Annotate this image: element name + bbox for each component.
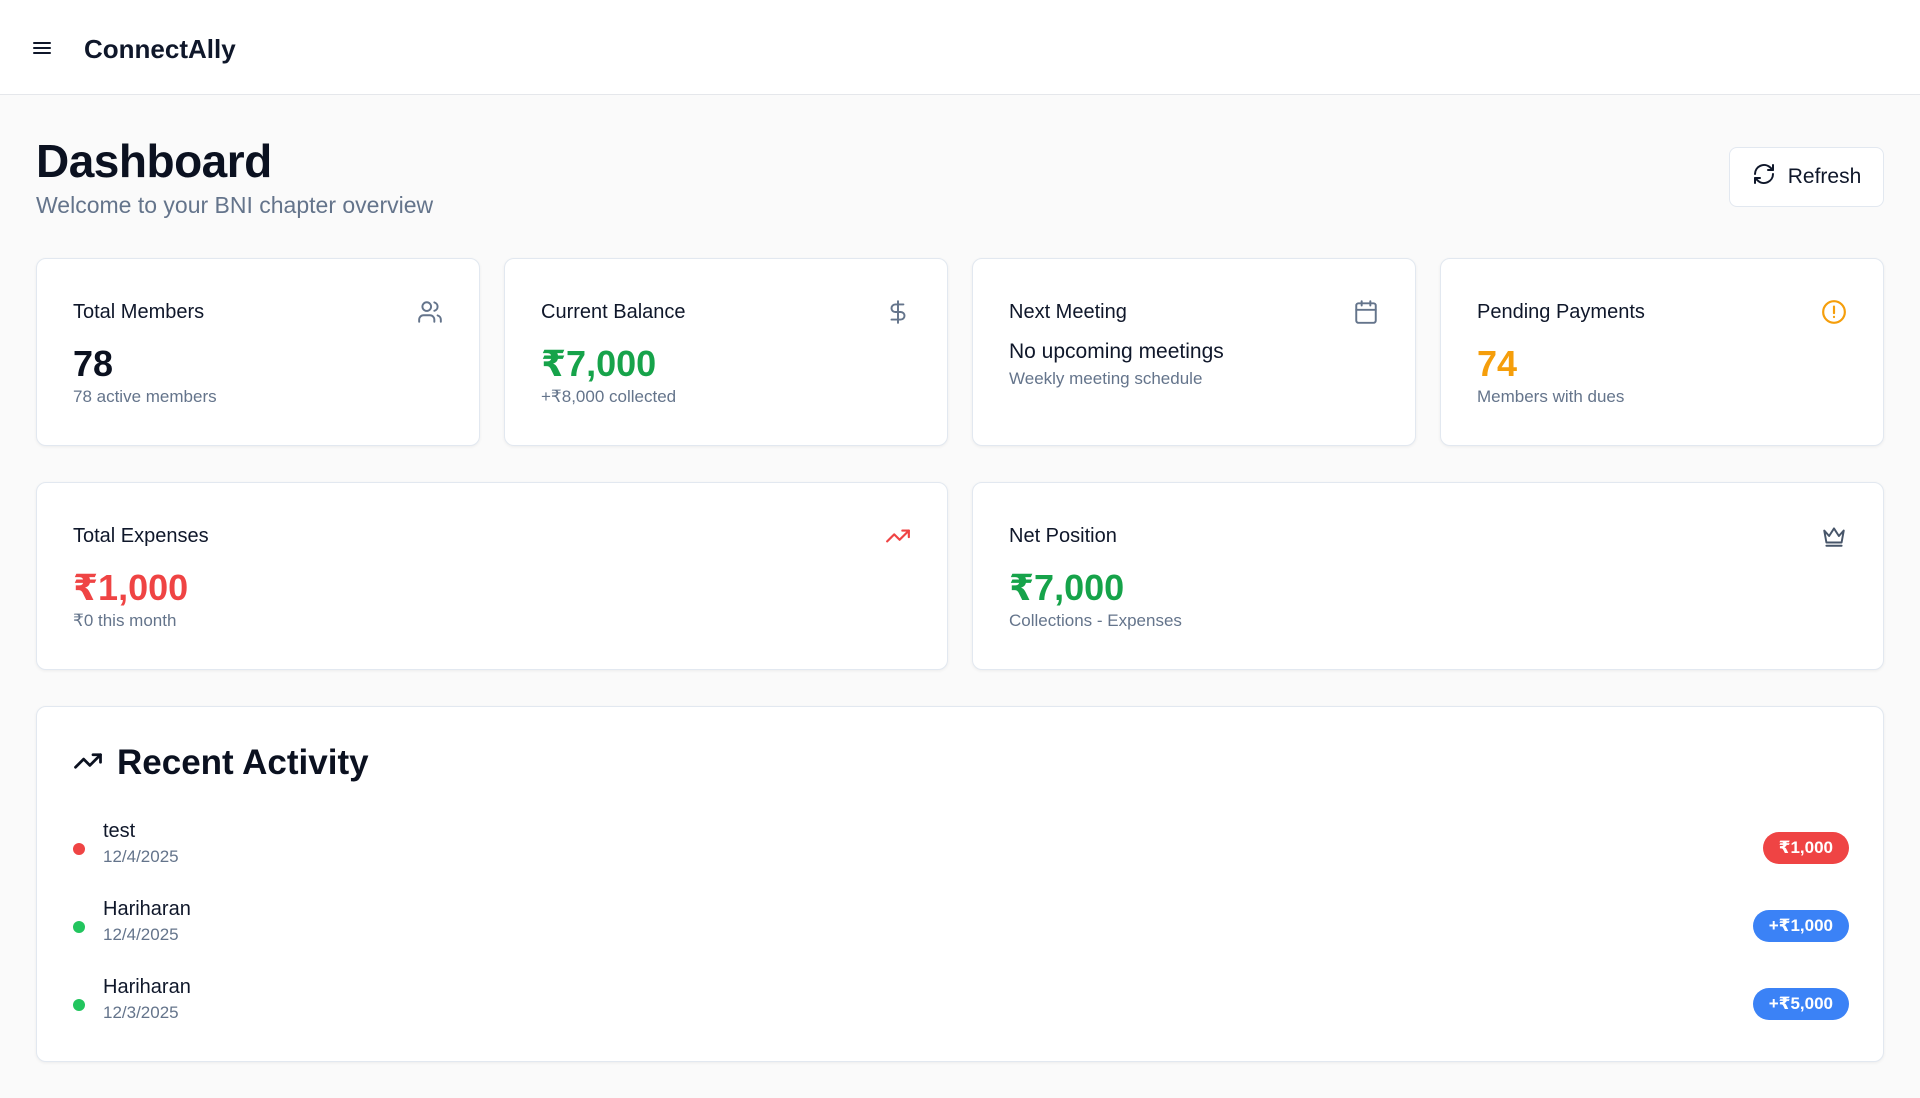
activity-title: Recent Activity <box>117 743 369 782</box>
alert-circle-icon <box>1821 299 1847 325</box>
card-next-meeting: Next Meeting No upcoming meetings Weekly… <box>972 258 1416 446</box>
card-subtext: Members with dues <box>1477 387 1625 406</box>
card-value: No upcoming meetings <box>1009 340 1224 363</box>
amount-badge: +₹1,000 <box>1752 910 1849 942</box>
activity-row[interactable]: test 12/4/2025 ₹1,000 <box>73 819 1849 875</box>
refresh-label: Refresh <box>1787 165 1862 188</box>
card-subtext: 78 active members <box>73 387 217 406</box>
card-label: Pending Payments <box>1477 301 1645 323</box>
activity-date: 12/3/2025 <box>103 1003 179 1022</box>
activity-row[interactable]: Hariharan 12/4/2025 +₹1,000 <box>73 897 1849 953</box>
activity-name: test <box>103 820 136 842</box>
activity-date: 12/4/2025 <box>103 925 179 944</box>
card-value: ₹1,000 <box>73 567 189 608</box>
activity-header: Recent Activity <box>73 743 369 783</box>
refresh-icon <box>1752 162 1776 192</box>
activity-name: Hariharan <box>103 898 191 920</box>
refresh-button[interactable]: Refresh <box>1729 147 1884 207</box>
dollar-icon <box>885 299 911 325</box>
menu-icon[interactable] <box>28 36 56 60</box>
page-subtitle: Welcome to your BNI chapter overview <box>36 192 434 218</box>
card-subtext: Collections - Expenses <box>1009 611 1182 630</box>
amount-badge: +₹5,000 <box>1752 988 1849 1020</box>
users-icon <box>417 299 443 325</box>
activity-name: Hariharan <box>103 976 191 998</box>
activity-row[interactable]: Hariharan 12/3/2025 +₹5,000 <box>73 975 1849 1031</box>
calendar-icon <box>1353 299 1379 325</box>
card-total-expenses: Total Expenses ₹1,000 ₹0 this month <box>36 482 948 670</box>
top-bar: ConnectAlly <box>0 0 1920 95</box>
app-title: ConnectAlly <box>84 34 236 64</box>
trending-up-icon <box>885 523 911 549</box>
card-total-members: Total Members 78 78 active members <box>36 258 480 446</box>
recent-activity-panel: Recent Activity test 12/4/2025 ₹1,000 Ha… <box>36 706 1884 1062</box>
card-subtext: ₹0 this month <box>73 611 177 630</box>
card-net-position: Net Position ₹7,000 Collections - Expens… <box>972 482 1884 670</box>
amount-badge: ₹1,000 <box>1762 832 1849 864</box>
trending-up-icon <box>73 746 103 781</box>
activity-date: 12/4/2025 <box>103 847 179 866</box>
card-label: Total Expenses <box>73 525 209 547</box>
status-dot <box>73 999 85 1011</box>
card-value: 74 <box>1477 343 1518 384</box>
card-label: Total Members <box>73 301 205 323</box>
page-title: Dashboard <box>36 135 272 187</box>
card-label: Next Meeting <box>1009 301 1127 323</box>
card-value: 78 <box>73 343 114 384</box>
crown-icon <box>1821 523 1847 549</box>
card-value: ₹7,000 <box>541 343 657 384</box>
status-dot <box>73 843 85 855</box>
status-dot <box>73 921 85 933</box>
card-current-balance: Current Balance ₹7,000 +₹8,000 collected <box>504 258 948 446</box>
card-label: Current Balance <box>541 301 686 323</box>
card-subtext: +₹8,000 collected <box>541 387 677 406</box>
card-value: ₹7,000 <box>1009 567 1125 608</box>
card-label: Net Position <box>1009 525 1117 547</box>
card-pending-payments: Pending Payments 74 Members with dues <box>1440 258 1884 446</box>
card-subtext: Weekly meeting schedule <box>1009 369 1203 388</box>
